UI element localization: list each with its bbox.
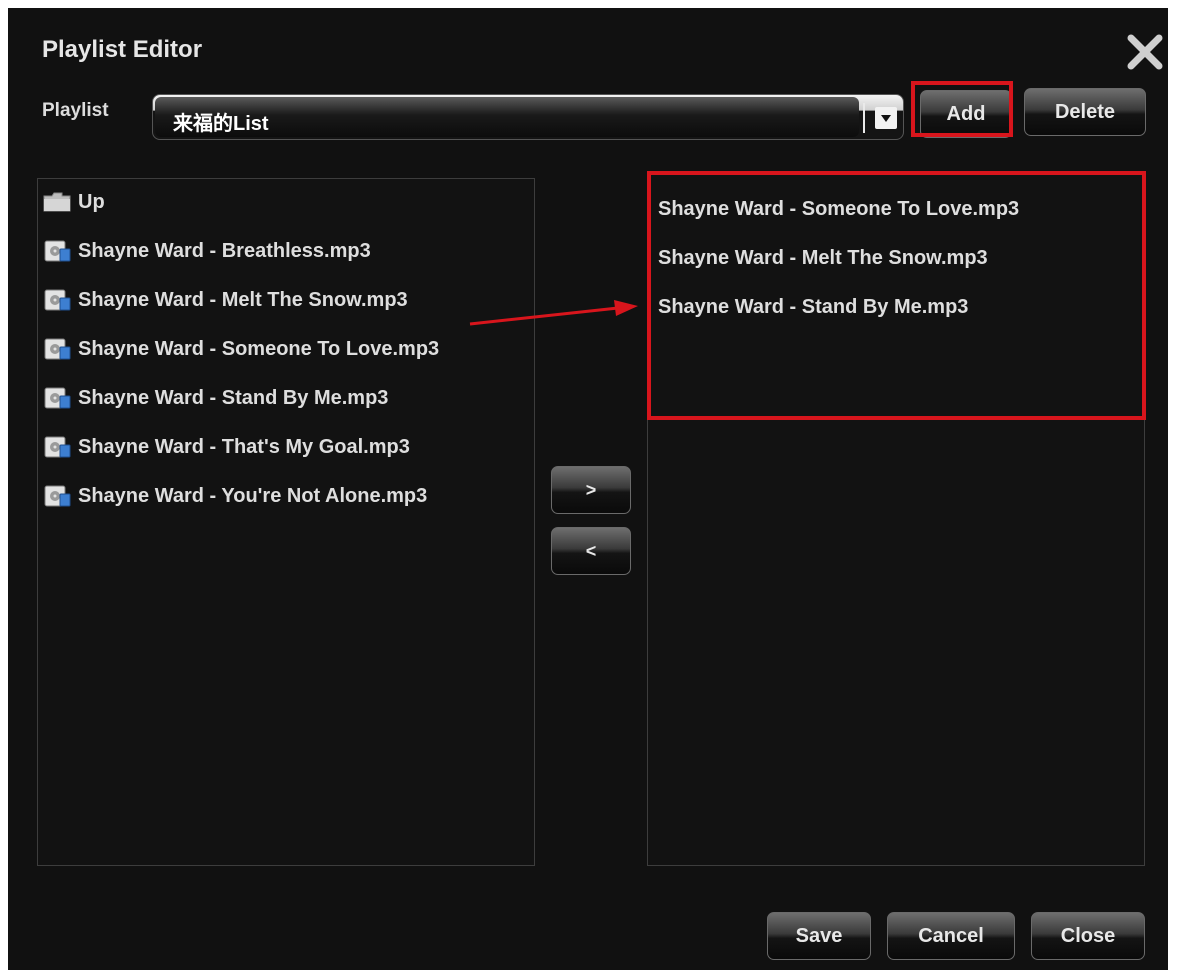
source-file-list[interactable]: Up Shayne Ward - Breathless.mp3 Shayne Wa… (37, 178, 535, 866)
move-right-button[interactable]: > (551, 466, 631, 514)
audio-file-icon (44, 436, 71, 458)
cancel-button[interactable]: Cancel (887, 912, 1015, 960)
close-icon[interactable] (1125, 32, 1165, 72)
list-item[interactable]: Shayne Ward - Stand By Me.mp3 (658, 290, 968, 324)
close-button[interactable]: Close (1031, 912, 1145, 960)
audio-file-icon (44, 240, 71, 262)
select-separator (863, 103, 865, 133)
audio-file-icon (44, 387, 71, 409)
list-item[interactable]: Shayne Ward - That's My Goal.mp3 (42, 430, 410, 464)
list-item[interactable]: Shayne Ward - Melt The Snow.mp3 (658, 241, 988, 275)
move-left-button[interactable]: < (551, 527, 631, 575)
add-button[interactable]: Add (920, 90, 1012, 138)
chevron-down-icon[interactable] (875, 107, 897, 129)
up-folder-item[interactable]: Up (42, 185, 105, 219)
folder-icon (43, 192, 71, 212)
list-item[interactable]: Shayne Ward - You're Not Alone.mp3 (42, 479, 427, 513)
list-item[interactable]: Shayne Ward - Melt The Snow.mp3 (42, 283, 408, 317)
list-item-label: Shayne Ward - Melt The Snow.mp3 (78, 288, 408, 311)
list-item-label: Shayne Ward - Breathless.mp3 (78, 239, 371, 262)
playlist-select-field[interactable]: 来福的List (155, 97, 859, 137)
audio-file-icon (44, 289, 71, 311)
save-button[interactable]: Save (767, 912, 871, 960)
playlist-label: Playlist (42, 100, 109, 121)
list-item-label: Shayne Ward - You're Not Alone.mp3 (78, 484, 428, 507)
playlist-select[interactable]: 来福的List (152, 94, 904, 140)
audio-file-icon (44, 338, 71, 360)
playlist-select-value: 来福的List (173, 113, 269, 135)
list-item-label: Shayne Ward - Stand By Me.mp3 (78, 386, 389, 409)
audio-file-icon (44, 485, 71, 507)
list-item[interactable]: Shayne Ward - Someone To Love.mp3 (658, 192, 1019, 226)
list-item[interactable]: Shayne Ward - Someone To Love.mp3 (42, 332, 439, 366)
list-item[interactable]: Shayne Ward - Breathless.mp3 (42, 234, 371, 268)
list-item-label: Shayne Ward - That's My Goal.mp3 (78, 435, 410, 458)
delete-button[interactable]: Delete (1024, 88, 1146, 136)
list-item[interactable]: Shayne Ward - Stand By Me.mp3 (42, 381, 388, 415)
playlist-file-list[interactable]: Shayne Ward - Someone To Love.mp3 Shayne … (647, 173, 1145, 866)
list-item-label: Shayne Ward - Someone To Love.mp3 (78, 337, 440, 360)
playlist-editor-dialog: Playlist Editor Playlist 来福的List Add Del… (8, 8, 1168, 970)
up-label: Up (78, 190, 105, 213)
dialog-title: Playlist Editor (42, 36, 203, 63)
